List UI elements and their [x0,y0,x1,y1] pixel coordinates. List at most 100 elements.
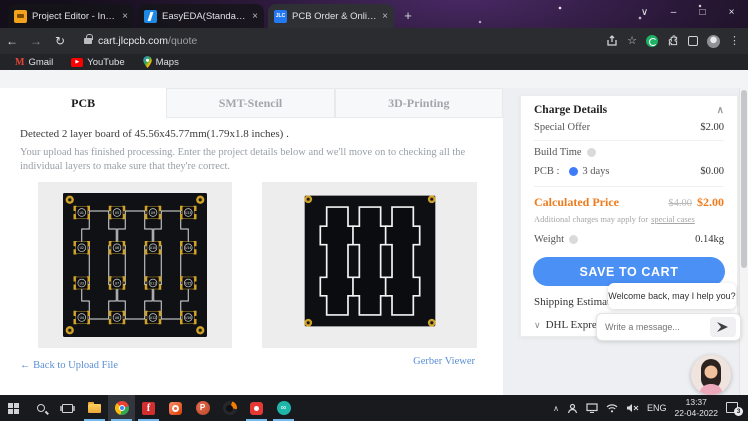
address-bar[interactable]: cart.jlcpcb.com/quote [98,35,197,47]
browser-tab-easyeda[interactable]: EasyEDA(Standard) - A Simple an × [138,4,264,28]
maximize-button[interactable]: □ [688,0,717,26]
svg-text:U8: U8 [115,316,119,320]
selected-radio-icon[interactable] [569,167,578,176]
pcb-preview-bottom [262,182,477,348]
bookmark-star-icon[interactable]: ☆ [627,36,637,47]
red-square-app-button[interactable] [243,395,270,421]
special-offer-label: Special Offer [534,122,590,133]
save-to-cart-button[interactable]: SAVE TO CART [533,257,725,286]
teal-infinity-icon: ∞ [277,401,291,415]
back-icon[interactable]: ← [0,34,24,48]
gmail-icon: M [15,57,24,68]
menu-dots-icon[interactable]: ⋮ [729,36,740,47]
quote-tabs: PCB SMT-Stencil 3D-Printing [0,88,503,118]
speaker-muted-icon[interactable] [626,403,639,413]
easyeda-favicon [144,10,157,23]
task-view-icon [62,404,73,413]
lock-icon[interactable] [84,38,92,44]
teal-app-button[interactable]: ∞ [270,395,297,421]
send-icon [717,322,729,332]
taskbar-search-button[interactable] [27,395,54,421]
bookmark-gmail[interactable]: M Gmail [8,57,60,68]
display-tray-icon[interactable] [586,403,598,413]
window-controls: ∨ – □ × [630,0,746,26]
share-icon[interactable] [606,35,618,47]
file-explorer-button[interactable] [81,395,108,421]
side-panel-icon[interactable] [688,36,698,46]
bookmark-youtube[interactable]: ▶ YouTube [64,57,131,68]
profile-avatar[interactable] [707,35,720,48]
support-agent-avatar[interactable] [691,355,731,395]
jlcpcb-favicon: JLC [274,10,287,23]
svg-text:U13: U13 [185,211,191,215]
system-tray: ∧ ENG 13:37 22-04-2022 3 [553,397,748,418]
reload-icon[interactable]: ↻ [48,34,72,48]
browser-tab-jlcpcb[interactable]: JLC PCB Order & Online PCB Quote & × [268,4,394,28]
info-icon[interactable] [587,148,596,157]
svg-text:U1: U1 [80,211,84,215]
special-cases-link[interactable]: special cases [651,214,695,224]
powerpoint-button[interactable]: P [189,395,216,421]
page-scrollbar[interactable] [739,88,748,395]
build-days-value[interactable]: 3 days [582,166,609,177]
quote-panel: PCB SMT-Stencil 3D-Printing Detected 2 l… [0,88,503,395]
action-center-button[interactable]: 3 [726,401,742,415]
browser-tab-instructables[interactable]: Project Editor - Instructables × [8,4,134,28]
page-top-strip [0,70,748,88]
windows-taskbar: f P ∞ ∧ ENG 13:37 22-04-2022 3 [0,395,748,421]
extensions-puzzle-icon[interactable] [667,35,679,47]
weight-value: 0.14kg [695,234,724,245]
hidden-icons-chevron[interactable]: ∧ [553,404,559,413]
page-content: PCB SMT-Stencil 3D-Printing Detected 2 l… [0,70,748,395]
taskbar-clock[interactable]: 13:37 22-04-2022 [675,397,718,418]
tab-close-icon[interactable]: × [252,11,258,22]
tab-smt-stencil[interactable]: SMT-Stencil [166,88,334,118]
forward-icon[interactable]: → [24,34,48,48]
office-button[interactable] [162,395,189,421]
svg-text:U4: U4 [80,316,84,320]
divider [534,186,724,187]
bookmark-maps[interactable]: Maps [136,56,186,68]
start-button[interactable] [0,395,27,421]
tab-title: PCB Order & Online PCB Quote & [292,11,378,22]
chrome-button[interactable] [108,395,135,421]
red-f-app-button[interactable]: f [135,395,162,421]
send-button[interactable] [710,317,736,337]
new-tab-button[interactable]: + [398,6,418,26]
additional-charges-note: Additional charges may apply for [534,214,648,224]
svg-text:U6: U6 [115,246,119,250]
gerber-viewer-link[interactable]: Gerber Viewer [413,356,475,367]
person-tray-icon[interactable] [567,403,578,414]
tab-pcb[interactable]: PCB [0,88,166,118]
svg-text:U3: U3 [80,281,84,285]
info-icon[interactable] [569,235,578,244]
scrollbar-thumb[interactable] [741,90,747,268]
collapse-chevron-icon[interactable]: ∧ [717,105,724,116]
language-indicator[interactable]: ENG [647,403,667,413]
minimize-button[interactable]: – [659,0,688,26]
search-icon [37,404,45,412]
weight-label: Weight [534,234,564,245]
tab-close-icon[interactable]: × [382,11,388,22]
svg-text:U15: U15 [185,281,191,285]
browser-toolbar: ← → ↻ cart.jlcpcb.com/quote ☆ ⋮ [0,28,748,54]
powerpoint-icon: P [196,401,210,415]
chrome-icon [115,401,129,415]
youtube-icon: ▶ [71,58,83,67]
tab-3d-printing[interactable]: 3D-Printing [335,88,503,118]
calculated-price-label: Calculated Price [534,195,619,210]
divider [534,140,724,141]
chat-message-input[interactable] [605,322,705,332]
back-to-upload-link[interactable]: ← Back to Upload File [20,360,118,371]
network-wifi-icon[interactable] [606,403,618,413]
shipping-estimate-label: Shipping Estimate [534,296,615,308]
close-button[interactable]: × [717,0,746,26]
task-view-button[interactable] [54,395,81,421]
tab-search-icon[interactable]: ∨ [630,0,659,26]
svg-text:U9: U9 [151,211,155,215]
tab-close-icon[interactable]: × [122,11,128,22]
green-extension-icon[interactable] [646,35,658,47]
dark-circle-app-button[interactable] [216,395,243,421]
url-path: /quote [168,35,197,47]
build-time-label: Build Time [534,147,582,158]
